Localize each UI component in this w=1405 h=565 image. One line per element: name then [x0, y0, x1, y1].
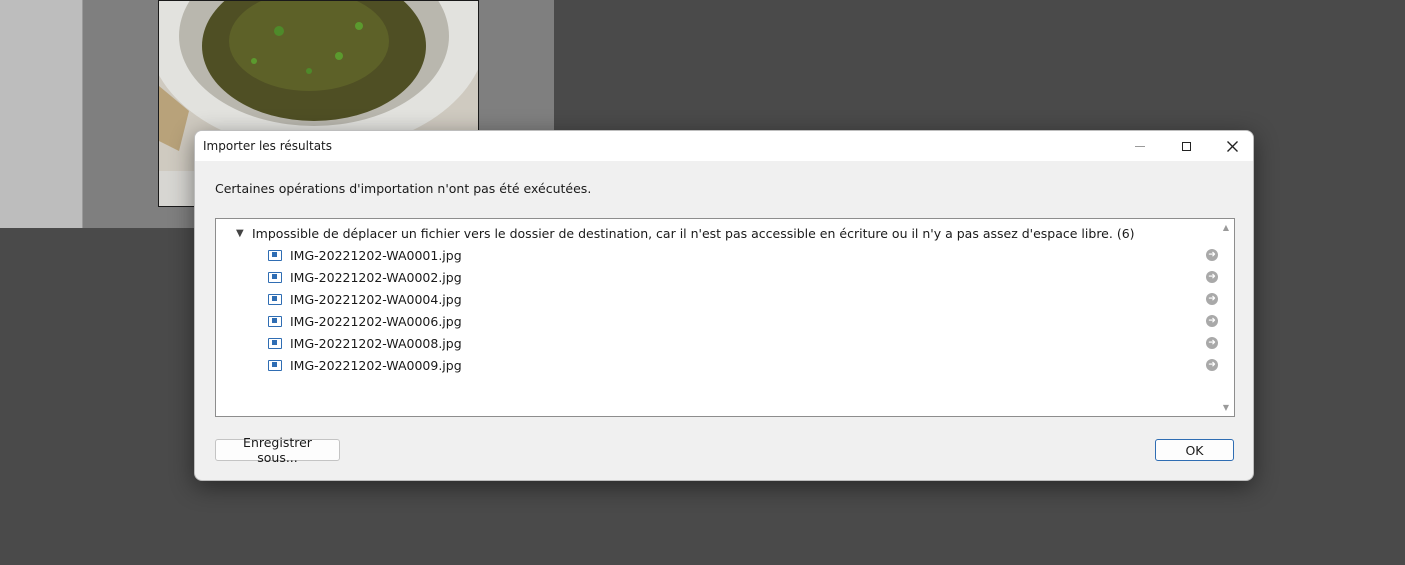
close-icon: [1226, 140, 1238, 152]
minimize-button[interactable]: [1117, 131, 1163, 161]
background-left-panel: [0, 0, 83, 228]
minimize-icon: [1135, 145, 1145, 147]
file-name: IMG-20221202-WA0001.jpg: [290, 247, 462, 263]
list-item[interactable]: IMG-20221202-WA0002.jpg ➜: [268, 268, 1218, 286]
list-item[interactable]: IMG-20221202-WA0008.jpg ➜: [268, 334, 1218, 352]
arrow-right-circle-icon[interactable]: ➜: [1206, 337, 1218, 349]
image-file-icon: [268, 249, 282, 261]
file-name: IMG-20221202-WA0002.jpg: [290, 269, 462, 285]
arrow-right-circle-icon[interactable]: ➜: [1206, 249, 1218, 261]
dialog-title: Importer les résultats: [203, 139, 332, 153]
collapse-toggle-icon[interactable]: ▼: [236, 228, 252, 239]
status-message: Certaines opérations d'importation n'ont…: [215, 181, 592, 196]
maximize-icon: [1181, 141, 1191, 151]
maximize-button[interactable]: [1163, 131, 1209, 161]
results-list[interactable]: ▼ Impossible de déplacer un fichier vers…: [215, 218, 1235, 417]
error-group-row[interactable]: ▼ Impossible de déplacer un fichier vers…: [236, 225, 1135, 241]
close-button[interactable]: [1209, 131, 1253, 161]
image-file-icon: [268, 271, 282, 283]
title-bar[interactable]: Importer les résultats: [195, 131, 1253, 161]
arrow-right-circle-icon[interactable]: ➜: [1206, 315, 1218, 327]
image-file-icon: [268, 337, 282, 349]
arrow-right-circle-icon[interactable]: ➜: [1206, 293, 1218, 305]
scroll-down-icon[interactable]: ▼: [1218, 403, 1234, 412]
image-file-icon: [268, 293, 282, 305]
ok-button[interactable]: OK: [1155, 439, 1234, 461]
vertical-scrollbar[interactable]: ▲ ▼: [1218, 219, 1234, 416]
list-item[interactable]: IMG-20221202-WA0004.jpg ➜: [268, 290, 1218, 308]
list-item[interactable]: IMG-20221202-WA0001.jpg ➜: [268, 246, 1218, 264]
file-name: IMG-20221202-WA0004.jpg: [290, 291, 462, 307]
list-item[interactable]: IMG-20221202-WA0009.jpg ➜: [268, 356, 1218, 374]
file-name: IMG-20221202-WA0006.jpg: [290, 313, 462, 329]
arrow-right-circle-icon[interactable]: ➜: [1206, 359, 1218, 371]
arrow-right-circle-icon[interactable]: ➜: [1206, 271, 1218, 283]
error-group-label: Impossible de déplacer un fichier vers l…: [252, 225, 1135, 241]
file-name: IMG-20221202-WA0009.jpg: [290, 357, 462, 373]
list-item[interactable]: IMG-20221202-WA0006.jpg ➜: [268, 312, 1218, 330]
file-name: IMG-20221202-WA0008.jpg: [290, 335, 462, 351]
image-file-icon: [268, 359, 282, 371]
image-file-icon: [268, 315, 282, 327]
scroll-up-icon[interactable]: ▲: [1218, 223, 1234, 232]
save-as-button[interactable]: Enregistrer sous...: [215, 435, 340, 465]
import-results-dialog: Importer les résultats Certaines opérati…: [194, 130, 1254, 481]
